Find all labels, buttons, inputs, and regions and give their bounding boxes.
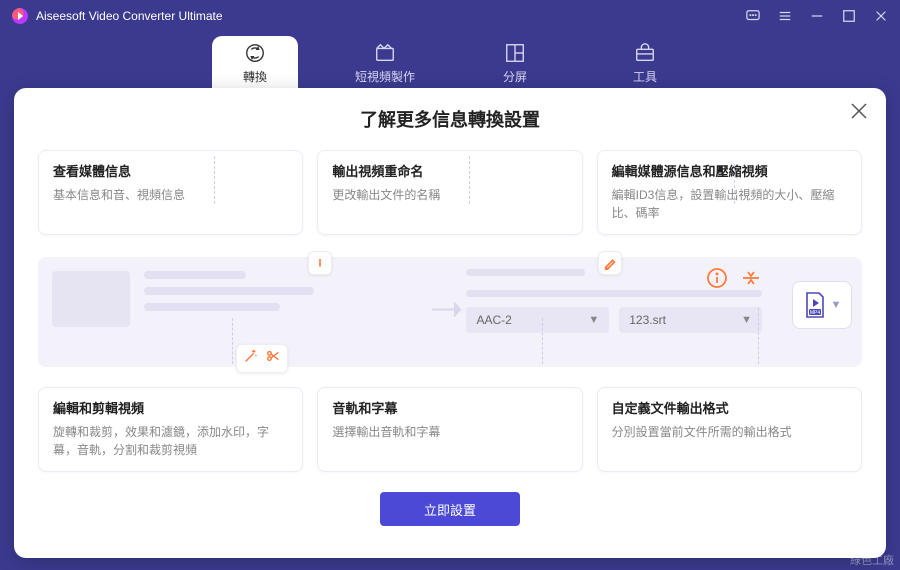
chevron-down-icon: ▼: [741, 314, 752, 326]
output-format-button[interactable]: MP4 ▼: [792, 281, 852, 329]
video-thumbnail-placeholder: [52, 271, 130, 327]
maximize-icon[interactable]: [842, 9, 856, 23]
card-desc: 基本信息和音、視頻信息: [53, 186, 288, 204]
connector: [542, 318, 543, 364]
mv-icon: [342, 42, 428, 64]
card-title: 輸出視頻重命名: [332, 161, 567, 180]
tab-convert[interactable]: 轉換: [212, 36, 298, 95]
close-icon[interactable]: [850, 102, 868, 120]
configure-now-button[interactable]: 立即設置: [380, 492, 520, 526]
card-rename: 輸出視頻重命名 更改輸出文件的名稱: [317, 150, 582, 235]
select-value: 123.srt: [629, 313, 666, 327]
tab-toolbox-label: 工具: [633, 70, 657, 84]
card-desc: 編輯ID3信息，設置輸出視頻的大小、壓縮比、碼率: [612, 186, 847, 222]
card-desc: 旋轉和裁剪，效果和濾鏡，添加水印，字幕，音軌，分割和裁剪視頻: [53, 423, 288, 459]
card-desc: 分別設置當前文件所需的輸出格式: [612, 423, 847, 441]
tab-mv-label: 短視頻製作: [355, 70, 415, 84]
source-meta: [144, 271, 314, 319]
tab-convert-label: 轉換: [243, 70, 267, 84]
card-desc: 更改輸出文件的名稱: [332, 186, 567, 204]
metadata-info-icon[interactable]: [706, 267, 728, 289]
menu-icon[interactable]: [778, 9, 792, 23]
card-edit-trim: 編輯和剪輯視頻 旋轉和裁剪，效果和濾鏡，添加水印，字幕，音軌，分割和裁剪視頻: [38, 387, 303, 472]
compress-icon[interactable]: [740, 267, 762, 289]
toolbox-icon: [602, 42, 688, 64]
chevron-down-icon: ▼: [588, 314, 599, 326]
bottom-card-row: 編輯和剪輯視頻 旋轉和裁剪，效果和濾鏡，添加水印，字幕，音軌，分割和裁剪視頻 音…: [38, 387, 862, 472]
connector: [734, 164, 735, 204]
output-action-icons: [706, 267, 762, 289]
svg-text:MP4: MP4: [809, 310, 820, 316]
card-title: 編輯媒體源信息和壓縮視頻: [612, 161, 847, 180]
titlebar: Aiseesoft Video Converter Ultimate: [0, 0, 900, 32]
minimize-icon[interactable]: [810, 9, 824, 23]
connector: [469, 156, 470, 204]
app-window: Aiseesoft Video Converter Ultimate 轉換 短視…: [0, 0, 900, 570]
app-title: Aiseesoft Video Converter Ultimate: [36, 9, 746, 23]
watermark-text: 綠色工廠: [850, 552, 894, 568]
info-badge-icon: [308, 251, 332, 275]
workarea-illustration: AAC-2 ▼ 123.srt ▼ MP4 ▼: [38, 257, 862, 367]
card-title: 編輯和剪輯視頻: [53, 398, 288, 417]
top-card-row: 查看媒體信息 基本信息和音、視頻信息 輸出視頻重命名 更改輸出文件的名稱 編輯媒…: [38, 150, 862, 235]
card-audio-subtitle: 音軌和字幕 選擇輸出音軌和字幕: [317, 387, 582, 472]
audio-track-select[interactable]: AAC-2 ▼: [466, 307, 609, 333]
feedback-icon[interactable]: [746, 9, 760, 23]
edit-cut-tools: [236, 344, 288, 373]
close-window-icon[interactable]: [874, 9, 888, 23]
select-value: AAC-2: [476, 313, 511, 327]
tab-collage-label: 分屏: [503, 70, 527, 84]
subtitle-select[interactable]: 123.srt ▼: [619, 307, 762, 333]
magic-wand-icon[interactable]: [243, 348, 259, 369]
convert-icon: [212, 42, 298, 64]
collage-icon: [472, 42, 558, 64]
card-edit-compress: 編輯媒體源信息和壓縮視頻 編輯ID3信息，設置輸出視頻的大小、壓縮比、碼率: [597, 150, 862, 235]
arrow-right-icon: [430, 299, 470, 326]
card-output-format: 自定義文件輸出格式 分別設置當前文件所需的輸出格式: [597, 387, 862, 472]
guide-panel: 了解更多信息轉換設置 查看媒體信息 基本信息和音、視頻信息 輸出視頻重命名 更改…: [14, 88, 886, 558]
chevron-down-icon: ▼: [831, 299, 842, 311]
nav-tabs: 轉換 短視頻製作 分屏 工具: [0, 32, 900, 95]
card-media-info: 查看媒體信息 基本信息和音、視頻信息: [38, 150, 303, 235]
mp4-file-icon: MP4: [803, 291, 827, 319]
card-title: 音軌和字幕: [332, 398, 567, 417]
tab-mv[interactable]: 短視頻製作: [342, 36, 428, 95]
card-title: 自定義文件輸出格式: [612, 398, 847, 417]
card-desc: 選擇輸出音軌和字幕: [332, 423, 567, 441]
connector: [758, 308, 759, 364]
tab-toolbox[interactable]: 工具: [602, 36, 688, 95]
tab-collage[interactable]: 分屏: [472, 36, 558, 95]
window-controls: [746, 9, 888, 23]
connector: [232, 318, 233, 364]
scissors-icon[interactable]: [265, 348, 281, 369]
panel-title: 了解更多信息轉換設置: [38, 106, 862, 132]
app-logo-icon: [12, 8, 28, 24]
card-title: 查看媒體信息: [53, 161, 288, 180]
connector: [214, 156, 215, 204]
